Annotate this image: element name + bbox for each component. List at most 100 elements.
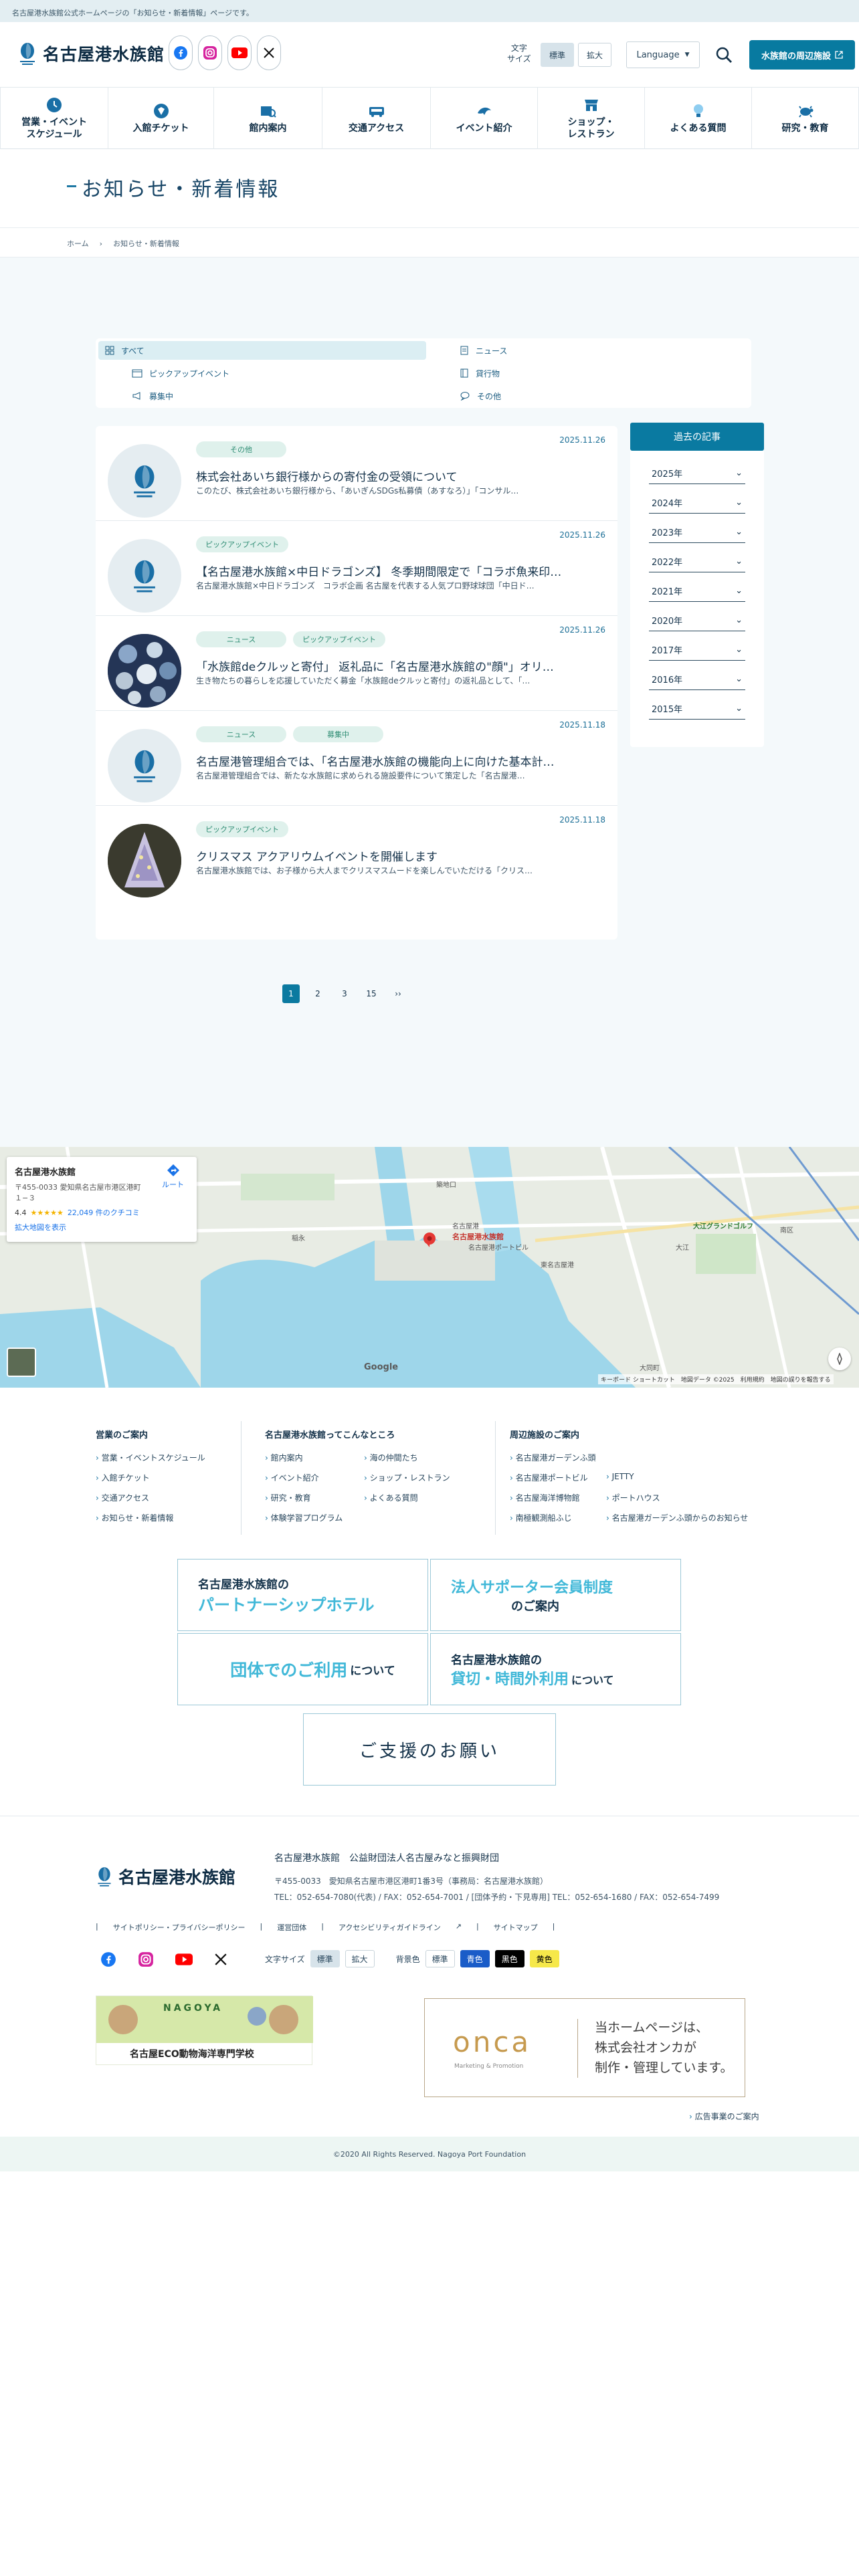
eco-school-banner[interactable]: NAGOYA 名古屋ECO動物海洋専門学校	[96, 1996, 313, 2065]
x-icon[interactable]	[214, 1953, 227, 1966]
language-select[interactable]: Language ▼	[626, 41, 700, 68]
filter-other[interactable]: その他	[453, 387, 747, 405]
bg-black-button[interactable]: 黒色	[494, 1950, 524, 1967]
footer-link[interactable]: ショップ・レストラン	[364, 1472, 450, 1483]
footer-link[interactable]: 研究・教育	[265, 1492, 311, 1503]
article-item[interactable]: 2025.11.26 ピックアップイベント 【名古屋港水族館×中日ドラゴンズ】 …	[96, 521, 617, 616]
banner-text: 名古屋港水族館の	[451, 1653, 542, 1667]
footer-link[interactable]: 名古屋港ガーデンふ頭	[510, 1452, 596, 1463]
map-attribution[interactable]: キーボード ショートカット 地図データ ©2025 利用規約 地図の誤りを報告す…	[598, 1374, 834, 1384]
footer-link[interactable]: JETTY	[606, 1472, 634, 1481]
article-item[interactable]: 2025.11.18 ピックアップイベント クリスマス アクアリウムイベントを開…	[96, 806, 617, 901]
page-last-button[interactable]: 15	[363, 984, 380, 1003]
map-label: 名古屋港ポートビル	[468, 1245, 529, 1252]
filter-all[interactable]: すべて	[98, 341, 426, 360]
archive-year-item[interactable]: 2023年 ⌄	[649, 522, 745, 543]
site-logo[interactable]: 名古屋港水族館	[17, 41, 165, 66]
policy-link[interactable]: サイトポリシー・プライバシーポリシー	[113, 1922, 246, 1933]
facebook-icon[interactable]	[100, 1951, 116, 1967]
filter-recruiting[interactable]: 募集中	[125, 387, 426, 405]
map-route-button[interactable]: ルート	[162, 1164, 184, 1190]
footer-logo[interactable]: 名古屋港水族館	[96, 1864, 235, 1889]
map-control-button[interactable]	[828, 1348, 851, 1370]
map-enlarge-link[interactable]: 拡大地図を表示	[15, 1222, 189, 1232]
filter-pickup[interactable]: ピックアップイベント	[125, 364, 426, 383]
ad-business-link[interactable]: 広告事業のご案内	[689, 2111, 759, 2122]
article-title[interactable]: 【名古屋港水族館×中日ドラゴンズ】 冬季期間限定で「コラボ魚来印…	[196, 562, 604, 579]
footer-link[interactable]: 名古屋海洋博物館	[510, 1492, 580, 1503]
search-button[interactable]	[710, 41, 737, 68]
bg-yellow-button[interactable]: 黄色	[529, 1950, 559, 1967]
breadcrumb-home[interactable]: ホーム	[67, 239, 89, 248]
article-thumbnail	[108, 729, 181, 802]
filter-publication[interactable]: 貸行物	[453, 364, 747, 383]
font-large-button[interactable]: 拡大	[345, 1950, 375, 1967]
font-standard-button[interactable]: 標準	[310, 1950, 340, 1967]
x-link[interactable]	[257, 35, 281, 70]
article-item[interactable]: 2025.11.26 その他 株式会社あいち銀行様からの寄付金の受領について こ…	[96, 426, 617, 521]
nav-schedule[interactable]: 営業・イベント スケジュール	[0, 88, 108, 149]
archive-year-item[interactable]: 2025年 ⌄	[649, 463, 745, 484]
group-use-banner[interactable]: 団体でのご利用 について	[177, 1633, 428, 1705]
facebook-link[interactable]	[169, 35, 193, 70]
footer-link[interactable]: 南極観測船ふじ	[510, 1512, 572, 1523]
operator-link[interactable]: 運営団体	[277, 1922, 306, 1933]
footer-link[interactable]: 館内案内	[265, 1452, 303, 1463]
map-reviews-link[interactable]: 22,049 件のクチコミ	[68, 1207, 140, 1218]
footer-link[interactable]: 名古屋港ガーデンふ頭からのお知らせ	[606, 1512, 749, 1523]
sitemap-link[interactable]: サイトマップ	[494, 1922, 538, 1933]
footer-link[interactable]: お知らせ・新着情報	[96, 1512, 174, 1523]
footer-link[interactable]: 交通アクセス	[96, 1492, 149, 1503]
footer-link[interactable]: ポートハウス	[606, 1492, 660, 1503]
archive-year-item[interactable]: 2024年 ⌄	[649, 492, 745, 514]
nav-tickets[interactable]: 入館チケット	[108, 88, 214, 149]
private-rental-banner[interactable]: 名古屋港水族館の 貸切・時間外利用 について	[430, 1633, 681, 1705]
nav-research[interactable]: 研究・教育	[752, 88, 859, 149]
footer-link[interactable]: 入館チケット	[96, 1472, 150, 1483]
archive-year-item[interactable]: 2021年 ⌄	[649, 580, 745, 602]
onca-banner[interactable]: onca Marketing & Promotion 当ホームページは、 株式会…	[424, 1998, 745, 2097]
next-page-button[interactable]: ››	[389, 984, 407, 1003]
nav-guide[interactable]: 館内案内	[214, 88, 322, 149]
archive-year-item[interactable]: 2020年 ⌄	[649, 610, 745, 631]
bg-standard-button[interactable]: 標準	[425, 1950, 455, 1967]
nav-shop[interactable]: ショップ・ レストラン	[538, 88, 645, 149]
article-excerpt: 名古屋港管理組合では、新たな水族館に求められる施設要件について策定した「名古屋港…	[196, 771, 525, 780]
article-title[interactable]: 株式会社あいち銀行様からの寄付金の受領について	[196, 467, 604, 484]
nav-access[interactable]: 交通アクセス	[322, 88, 431, 149]
article-item[interactable]: 2025.11.26 ニュース ピックアップイベント 「水族館deクルッと寄付」 …	[96, 616, 617, 711]
article-title[interactable]: 名古屋港管理組合では、「名古屋港水族館の機能向上に向けた基本計…	[196, 752, 604, 769]
accessibility-link[interactable]: アクセシビリティガイドライン	[339, 1922, 441, 1933]
map-satellite-toggle[interactable]	[7, 1348, 36, 1377]
archive-year-item[interactable]: 2016年 ⌄	[649, 669, 745, 690]
article-title[interactable]: 「水族館deクルッと寄付」 返礼品に「名古屋港水族館の"顔"」オリ…	[196, 657, 604, 674]
nav-faq[interactable]: よくある質問	[645, 88, 752, 149]
article-item[interactable]: 2025.11.18 ニュース 募集中 名古屋港管理組合では、「名古屋港水族館の機…	[96, 711, 617, 806]
nearby-facilities-button[interactable]: 水族館の周辺施設	[749, 40, 855, 70]
font-size-large-button[interactable]: 拡大	[578, 43, 611, 67]
nav-events[interactable]: イベント紹介	[431, 88, 538, 149]
article-title[interactable]: クリスマス アクアリウムイベントを開催します	[196, 847, 604, 864]
youtube-icon[interactable]	[175, 1953, 193, 1966]
footer-link[interactable]: イベント紹介	[265, 1472, 319, 1483]
partnership-hotel-banner[interactable]: 名古屋港水族館の パートナーシップホテル	[177, 1559, 428, 1631]
page-2-button[interactable]: 2	[309, 984, 326, 1003]
corporate-supporter-banner[interactable]: 法人サポーター会員制度 のご案内	[430, 1559, 681, 1631]
instagram-link[interactable]	[198, 35, 222, 70]
footer-link[interactable]: 海の仲間たち	[364, 1452, 418, 1463]
archive-year-item[interactable]: 2022年 ⌄	[649, 551, 745, 572]
footer-link[interactable]: 名古屋港ポートビル	[510, 1472, 588, 1483]
page-1-button[interactable]: 1	[282, 984, 300, 1003]
filter-news[interactable]: ニュース	[453, 341, 747, 360]
footer-link[interactable]: 体験学習プログラム	[265, 1512, 343, 1523]
support-request-banner[interactable]: ご支援のお願い	[303, 1713, 556, 1786]
archive-year-item[interactable]: 2017年 ⌄	[649, 639, 745, 661]
font-size-standard-button[interactable]: 標準	[541, 43, 574, 67]
footer-link[interactable]: よくある質問	[364, 1492, 418, 1503]
archive-year-item[interactable]: 2015年 ⌄	[649, 698, 745, 720]
youtube-link[interactable]	[227, 35, 252, 70]
footer-link[interactable]: 営業・イベントスケジュール	[96, 1452, 205, 1463]
bg-blue-button[interactable]: 青色	[460, 1950, 490, 1967]
instagram-icon[interactable]	[138, 1951, 154, 1967]
page-3-button[interactable]: 3	[336, 984, 353, 1003]
